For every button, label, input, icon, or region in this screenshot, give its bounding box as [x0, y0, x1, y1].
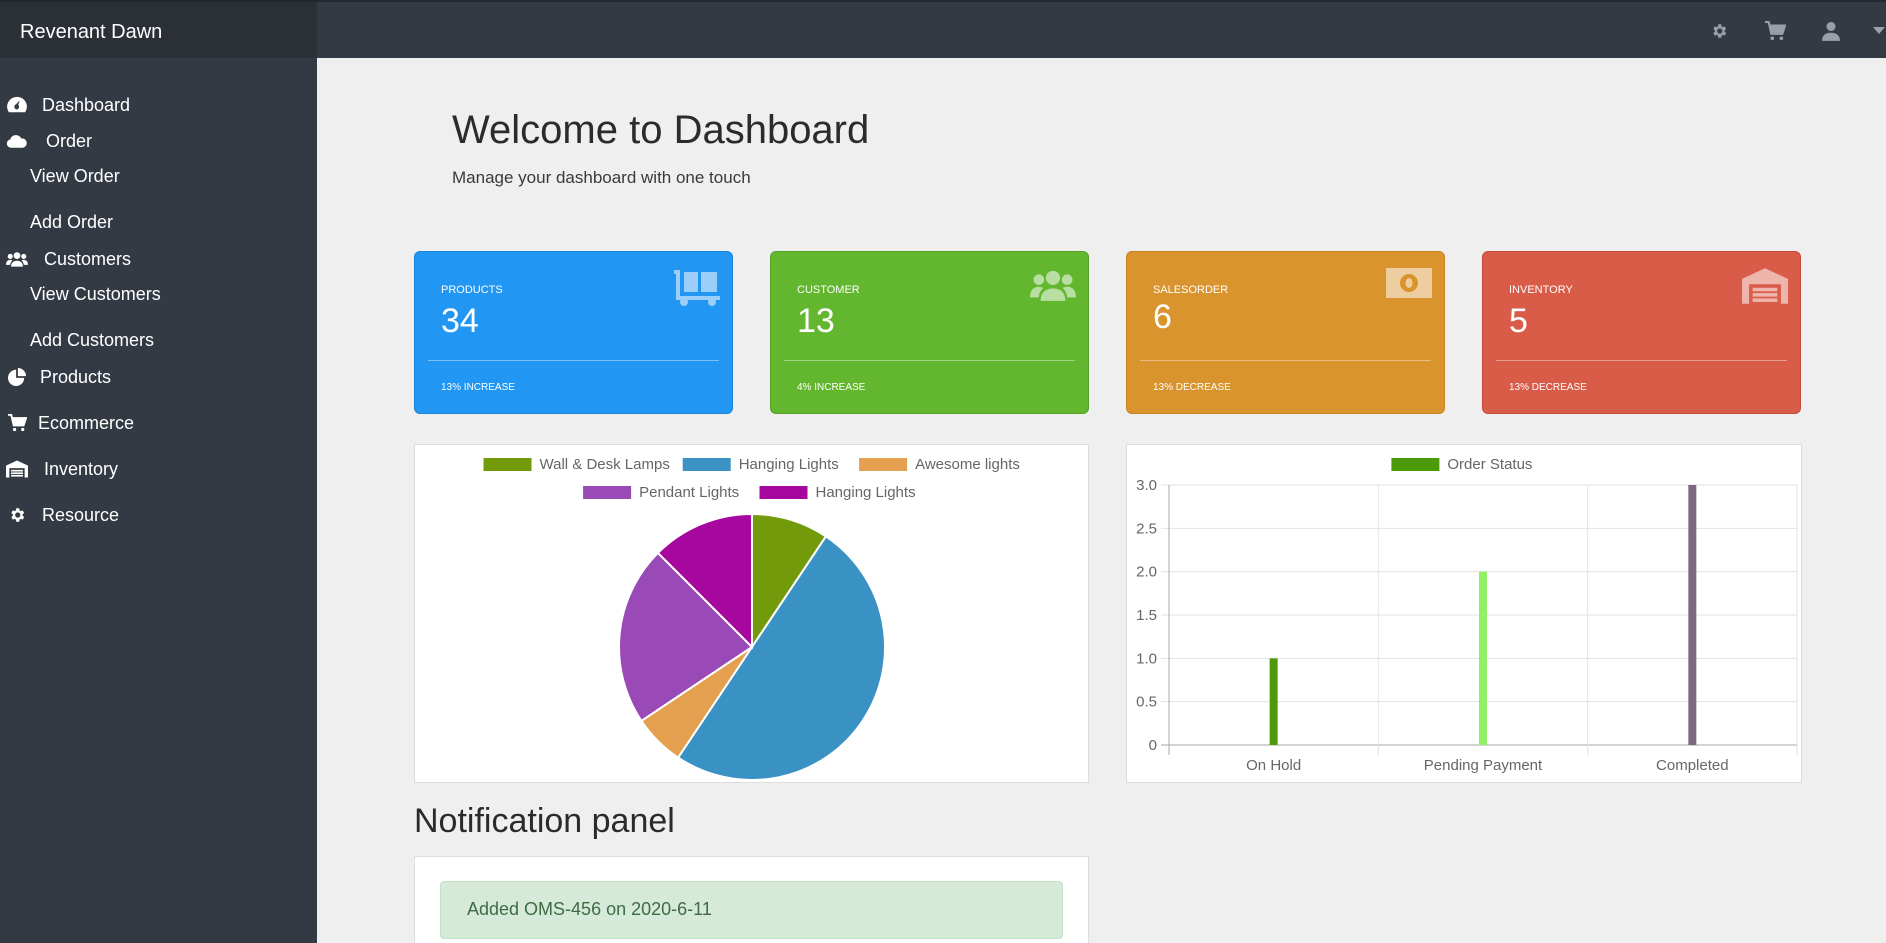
card-label: PRODUCTS: [441, 284, 503, 296]
legend-label[interactable]: Hanging Lights: [816, 484, 916, 501]
card-divider: [784, 360, 1075, 361]
pie-chart-panel: Wall & Desk Lamps Hanging Lights Awesome l…: [414, 444, 1089, 783]
y-tick-label: 0: [1149, 737, 1157, 754]
sidebar-item-label: Dashboard: [42, 94, 131, 115]
sidebar-item-add-order[interactable]: Add Order: [30, 212, 113, 233]
legend-swatch[interactable]: [682, 458, 731, 471]
card-footer: 4% INCREASE: [797, 382, 866, 393]
card-divider: [1140, 360, 1431, 361]
card-divider: [1496, 360, 1787, 361]
sidebar-item-label: Order: [46, 130, 93, 151]
stat-card-inventory[interactable]: INVENTORY 5 13% DECREASE: [1482, 251, 1801, 414]
sidebar-item-label: Resource: [42, 504, 120, 525]
cloud-icon: [6, 130, 28, 152]
stat-card-salesorder[interactable]: SALESORDER 6 13% DECREASE: [1126, 251, 1445, 414]
bar-chart-panel: Order Status 0 0.5 1.0 1.5 2.0 2.5 3.0 On Hold Pe…: [1126, 444, 1802, 783]
stat-card-products[interactable]: PRODUCTS 34 13% INCREASE: [414, 251, 733, 414]
card-value: 6: [1153, 298, 1172, 336]
sidebar-item-add-customers[interactable]: Add Customers: [30, 330, 154, 351]
y-tick-label: 2.0: [1136, 564, 1157, 581]
x-tick-label: On Hold: [1246, 757, 1301, 774]
y-tick-label: 0.5: [1136, 694, 1157, 711]
page-subtitle: Manage your dashboard with one touch: [452, 168, 751, 187]
legend-label[interactable]: Wall & Desk Lamps: [540, 456, 670, 473]
sidebar-item-ecommerce[interactable]: Ecommerce: [0, 412, 134, 434]
top-icons: [1704, 18, 1886, 44]
sidebar-item-label: Ecommerce: [38, 412, 135, 433]
sidebar: Dashboard Order View Order Add Order Cus…: [0, 58, 317, 943]
gear-icon: [6, 504, 28, 526]
card-footer: 13% DECREASE: [1509, 382, 1587, 393]
cart-icon: [6, 412, 28, 434]
card-footer: 13% INCREASE: [441, 382, 515, 393]
bar[interactable]: [1269, 658, 1278, 745]
legend-swatch[interactable]: [859, 458, 908, 471]
legend-label[interactable]: Awesome lights: [915, 456, 1020, 473]
notification-alert[interactable]: Added OMS-456 on 2020-6-11: [440, 881, 1063, 939]
legend-label[interactable]: Order Status: [1447, 456, 1532, 473]
sidebar-item-customers[interactable]: Customers: [0, 248, 131, 270]
dolly-icon: [674, 268, 720, 311]
cart-icon[interactable]: [1760, 18, 1790, 44]
x-tick-label: Completed: [1656, 757, 1729, 774]
warehouse-icon: [1742, 268, 1788, 309]
y-tick-label: 1.0: [1136, 650, 1157, 667]
legend-swatch[interactable]: [1391, 458, 1440, 471]
legend-label[interactable]: Hanging Lights: [739, 456, 839, 473]
card-footer: 13% DECREASE: [1153, 382, 1231, 393]
legend-swatch[interactable]: [583, 486, 632, 499]
bar[interactable]: [1479, 571, 1487, 745]
card-label: INVENTORY: [1509, 284, 1573, 296]
legend-label[interactable]: Pendant Lights: [639, 484, 739, 501]
pie-chart: Wall & Desk Lamps Hanging Lights Awesome l…: [483, 456, 1020, 781]
y-tick-label: 3.0: [1136, 477, 1157, 494]
sidebar-item-resource[interactable]: Resource: [0, 504, 119, 526]
y-tick-label: 1.5: [1136, 607, 1157, 624]
sidebar-item-label: Products: [40, 366, 112, 387]
card-value: 34: [441, 302, 479, 340]
card-value: 5: [1509, 302, 1528, 340]
card-divider: [428, 360, 719, 361]
card-value: 13: [797, 302, 835, 340]
sidebar-item-label: Inventory: [44, 458, 119, 479]
notification-panel-title: Notification panel: [414, 802, 675, 840]
sidebar-item-order[interactable]: Order: [0, 130, 92, 152]
sidebar-item-label: Customers: [44, 248, 132, 269]
warehouse-icon: [6, 458, 28, 480]
sidebar-item-view-customers[interactable]: View Customers: [30, 284, 161, 305]
top-navbar: Revenant Dawn: [0, 0, 1886, 58]
stat-card-customer[interactable]: CUSTOMER 13 4% INCREASE: [770, 251, 1089, 414]
page-title: Welcome to Dashboard: [452, 108, 870, 152]
sidebar-item-inventory[interactable]: Inventory: [0, 458, 118, 480]
users-icon: [6, 248, 28, 270]
user-icon[interactable]: [1816, 18, 1846, 44]
legend-swatch[interactable]: [759, 486, 808, 499]
brand-title[interactable]: Revenant Dawn: [0, 2, 317, 58]
gear-icon[interactable]: [1704, 18, 1734, 44]
order-status-chart: Order Status 0 0.5 1.0 1.5 2.0 2.5 3.0 On Hold Pe…: [1136, 456, 1798, 774]
dashboard-icon: [6, 94, 28, 116]
sidebar-item-dashboard[interactable]: Dashboard: [0, 94, 130, 116]
x-tick-label: Pending Payment: [1424, 757, 1543, 774]
y-tick-label: 2.5: [1136, 520, 1157, 537]
users-icon: [1030, 268, 1076, 307]
sidebar-item-products[interactable]: Products: [0, 366, 111, 388]
money-icon: [1386, 268, 1432, 303]
sidebar-item-view-order[interactable]: View Order: [30, 166, 120, 187]
card-label: CUSTOMER: [797, 284, 860, 296]
caret-down-icon[interactable]: [1872, 18, 1886, 44]
legend-swatch[interactable]: [483, 458, 532, 471]
bar[interactable]: [1688, 485, 1697, 745]
card-label: SALESORDER: [1153, 284, 1229, 296]
pie-icon: [6, 366, 28, 388]
